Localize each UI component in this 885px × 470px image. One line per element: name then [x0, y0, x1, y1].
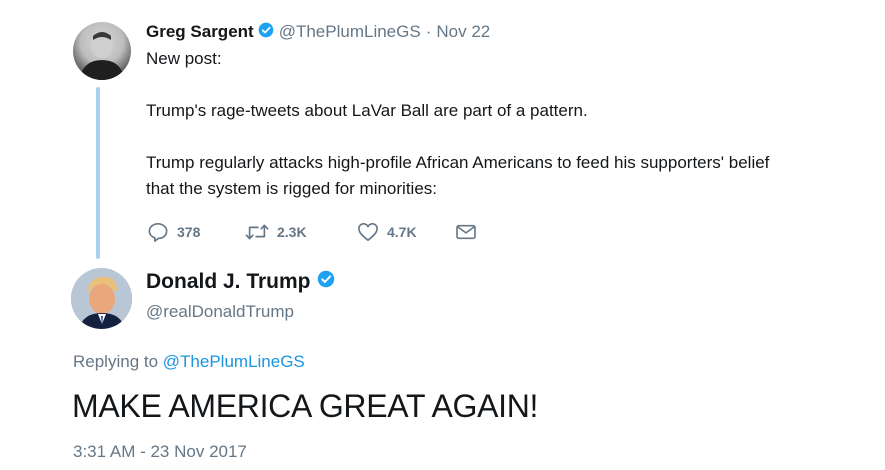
author-name[interactable]: Greg Sargent — [146, 22, 254, 42]
tweet-text-line: New post: — [146, 49, 222, 68]
envelope-icon — [456, 224, 476, 240]
reply-tweet-header: Greg Sargent @ThePlumLineGS · Nov 22 — [146, 20, 490, 44]
author-handle[interactable]: @realDonaldTrump — [146, 302, 294, 322]
reply-icon — [148, 223, 168, 242]
retweet-count: 2.3K — [277, 224, 307, 240]
reply-button[interactable]: 378 — [147, 222, 245, 242]
reply-count: 378 — [177, 224, 201, 240]
tweet-text-line: Trump regularly attacks high-profile Afr… — [146, 153, 770, 198]
retweet-button[interactable]: 2.3K — [245, 222, 357, 242]
verified-badge-icon — [258, 22, 274, 43]
person-portrait-icon — [71, 268, 132, 329]
thread-connector-line — [96, 87, 100, 259]
person-silhouette-icon — [79, 32, 125, 80]
author-avatar-trump[interactable] — [71, 268, 132, 329]
replying-to-link[interactable]: @ThePlumLineGS — [163, 352, 305, 371]
author-name[interactable]: Donald J. Trump — [146, 270, 311, 294]
replying-to-prefix: Replying to — [73, 352, 163, 371]
retweet-icon — [245, 224, 269, 240]
header-separator: · — [425, 22, 432, 41]
direct-message-button[interactable] — [455, 223, 477, 241]
main-author-name-row: Donald J. Trump — [146, 270, 340, 294]
tweet-date[interactable]: Nov 22 — [436, 22, 490, 42]
reply-tweet-text: New post: Trump's rage-tweets about LaVa… — [146, 46, 786, 202]
main-tweet-text: MAKE AMERICA GREAT AGAIN! — [72, 388, 539, 424]
verified-badge-icon — [317, 270, 335, 294]
replying-to-line: Replying to @ThePlumLineGS — [73, 352, 305, 372]
like-button[interactable]: 4.7K — [357, 222, 455, 242]
tweet-text-line: Trump's rage-tweets about LaVar Ball are… — [146, 101, 588, 120]
author-avatar-sargent[interactable] — [73, 22, 131, 80]
author-handle[interactable]: @ThePlumLineGS — [279, 22, 421, 42]
heart-icon — [358, 223, 378, 241]
tweet-action-bar: 378 2.3K 4.7K — [147, 219, 477, 245]
like-count: 4.7K — [387, 224, 417, 240]
tweet-timestamp[interactable]: 3:31 AM - 23 Nov 2017 — [73, 442, 247, 462]
